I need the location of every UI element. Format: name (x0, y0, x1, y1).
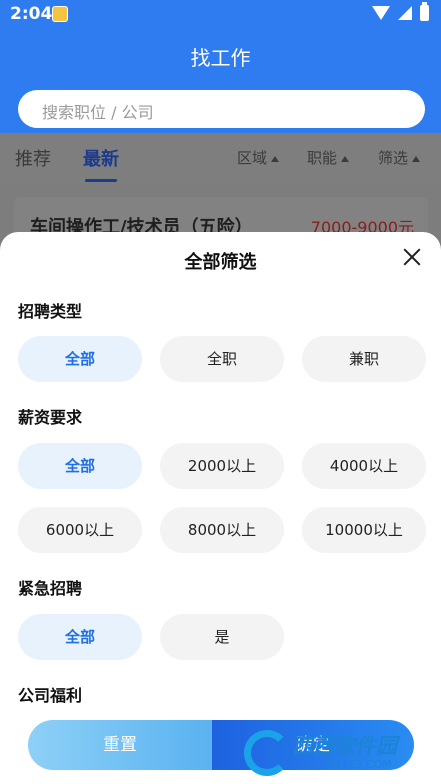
wifi-icon (372, 6, 390, 20)
chip-type-all[interactable]: 全部 (18, 336, 142, 382)
section-label-type: 招聘类型 (18, 302, 83, 321)
chip-salary-8000[interactable]: 8000以上 (160, 507, 284, 553)
filter-function[interactable]: 职能 (307, 147, 350, 168)
chip-salary-6000[interactable]: 6000以上 (18, 507, 142, 553)
watermark-text: 西西软件园 (292, 734, 397, 758)
battery-icon (420, 2, 429, 21)
page-title: 找工作 (190, 46, 251, 70)
status-bar: 2:04 (0, 0, 441, 30)
section-label-salary: 薪资要求 (18, 408, 83, 427)
tab-recommend[interactable]: 推荐 (15, 145, 51, 171)
app-header: 2:04 找工作 搜索职位 / 公司 (0, 0, 441, 133)
chip-urgent-all[interactable]: 全部 (18, 614, 142, 660)
triangle-up-icon (271, 155, 280, 162)
filter-screen[interactable]: 筛选 (378, 147, 421, 168)
tabs-row: 推荐 最新 区域 职能 筛选 (0, 133, 441, 185)
chip-type-fulltime[interactable]: 全职 (160, 336, 284, 382)
triangle-up-icon (341, 155, 350, 162)
app-notification-icon (52, 6, 68, 22)
chip-salary-4000[interactable]: 4000以上 (302, 443, 426, 489)
filter-region-label: 区域 (237, 149, 268, 167)
tab-active-indicator (85, 179, 117, 182)
close-icon[interactable] (401, 246, 423, 268)
status-time: 2:04 (10, 4, 53, 24)
chip-salary-10000[interactable]: 10000以上 (302, 507, 426, 553)
watermark-logo: 西西软件园 CR173.COM (244, 728, 434, 780)
chip-urgent-yes[interactable]: 是 (160, 614, 284, 660)
chip-type-parttime[interactable]: 兼职 (302, 336, 426, 382)
triangle-up-icon (412, 155, 421, 162)
chip-salary-2000[interactable]: 2000以上 (160, 443, 284, 489)
chip-salary-all[interactable]: 全部 (18, 443, 142, 489)
watermark-url: CR173.COM (326, 758, 392, 771)
filter-screen-label: 筛选 (378, 149, 409, 167)
section-label-urgent: 紧急招聘 (18, 579, 83, 598)
search-input[interactable]: 搜索职位 / 公司 (18, 90, 425, 128)
watermark-logo-icon (244, 730, 290, 776)
signal-icon (398, 6, 412, 20)
tab-latest[interactable]: 最新 (83, 145, 119, 171)
filter-region[interactable]: 区域 (237, 147, 280, 168)
reset-button[interactable]: 重置 (28, 720, 212, 770)
section-label-benefits: 公司福利 (18, 686, 83, 705)
search-placeholder: 搜索职位 / 公司 (42, 103, 154, 122)
sheet-title: 全部筛选 (184, 252, 257, 273)
status-icons (372, 2, 429, 21)
filter-function-label: 职能 (307, 149, 338, 167)
filter-sheet: 全部筛选 招聘类型 全部 全职 兼职 薪资要求 全部 2000以上 4000以上… (0, 232, 441, 784)
